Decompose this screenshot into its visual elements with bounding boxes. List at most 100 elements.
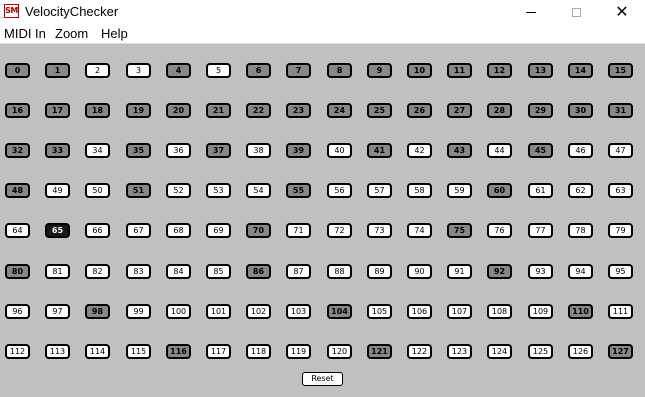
- velocity-cell: 126: [568, 344, 593, 359]
- velocity-cell: 86: [246, 264, 271, 279]
- menu-midi-in[interactable]: MIDI In: [4, 26, 46, 41]
- velocity-cell: 18: [85, 103, 110, 118]
- velocity-cell: 31: [608, 103, 633, 118]
- maximize-button[interactable]: [553, 0, 599, 24]
- maximize-icon: [571, 7, 581, 17]
- velocity-cell: 1: [45, 63, 70, 78]
- velocity-cell: 85: [206, 264, 231, 279]
- velocity-cell: 50: [85, 183, 110, 198]
- velocity-cell: 55: [286, 183, 311, 198]
- reset-button[interactable]: Reset: [302, 372, 343, 386]
- velocity-cell: 68: [166, 223, 191, 238]
- velocity-cell: 60: [487, 183, 512, 198]
- velocity-cell: 48: [5, 183, 30, 198]
- velocity-cell: 28: [487, 103, 512, 118]
- velocity-cell: 39: [286, 143, 311, 158]
- velocity-cell: 97: [45, 304, 70, 319]
- velocity-cell: 13: [528, 63, 553, 78]
- velocity-cell: 4: [166, 63, 191, 78]
- velocity-cell: 69: [206, 223, 231, 238]
- velocity-cell: 51: [126, 183, 151, 198]
- velocity-cell: 16: [5, 103, 30, 118]
- velocity-cell: 42: [407, 143, 432, 158]
- velocity-cell: 93: [528, 264, 553, 279]
- velocity-cell: 33: [45, 143, 70, 158]
- menu-bar: MIDI In Zoom Help: [0, 24, 645, 44]
- velocity-cell: 65: [45, 223, 70, 238]
- velocity-cell: 98: [85, 304, 110, 319]
- velocity-cell: 96: [5, 304, 30, 319]
- velocity-cell: 75: [447, 223, 472, 238]
- velocity-cell: 11: [447, 63, 472, 78]
- velocity-cell: 54: [246, 183, 271, 198]
- velocity-cell: 26: [407, 103, 432, 118]
- velocity-cell: 83: [126, 264, 151, 279]
- velocity-cell: 107: [447, 304, 472, 319]
- velocity-cell: 30: [568, 103, 593, 118]
- velocity-cell: 7: [286, 63, 311, 78]
- velocity-cell: 17: [45, 103, 70, 118]
- velocity-cell: 101: [206, 304, 231, 319]
- velocity-cell: 109: [528, 304, 553, 319]
- velocity-cell: 119: [286, 344, 311, 359]
- velocity-cell: 94: [568, 264, 593, 279]
- velocity-cell: 105: [367, 304, 392, 319]
- velocity-cell: 15: [608, 63, 633, 78]
- velocity-cell: 53: [206, 183, 231, 198]
- velocity-cell: 47: [608, 143, 633, 158]
- velocity-cell: 104: [327, 304, 352, 319]
- velocity-cell: 99: [126, 304, 151, 319]
- menu-help[interactable]: Help: [101, 26, 128, 41]
- velocity-cell: 45: [528, 143, 553, 158]
- velocity-cell: 67: [126, 223, 151, 238]
- velocity-cell: 2: [85, 63, 110, 78]
- velocity-cell: 21: [206, 103, 231, 118]
- velocity-cell: 8: [327, 63, 352, 78]
- velocity-cell: 95: [608, 264, 633, 279]
- velocity-cell: 123: [447, 344, 472, 359]
- velocity-cell: 91: [447, 264, 472, 279]
- minimize-button[interactable]: [508, 0, 554, 24]
- velocity-cell: 110: [568, 304, 593, 319]
- velocity-cell: 43: [447, 143, 472, 158]
- velocity-cell: 37: [206, 143, 231, 158]
- close-icon: ✕: [615, 2, 629, 21]
- velocity-cell: 89: [367, 264, 392, 279]
- velocity-cell: 106: [407, 304, 432, 319]
- velocity-cell: 121: [367, 344, 392, 359]
- velocity-cell: 19: [126, 103, 151, 118]
- close-button[interactable]: ✕: [599, 0, 645, 24]
- velocity-cell: 79: [608, 223, 633, 238]
- title-bar: SM VelocityChecker ✕: [0, 0, 645, 24]
- menu-zoom[interactable]: Zoom: [55, 26, 88, 41]
- velocity-cell: 90: [407, 264, 432, 279]
- velocity-cell: 73: [367, 223, 392, 238]
- velocity-cell: 3: [126, 63, 151, 78]
- velocity-cell: 63: [608, 183, 633, 198]
- velocity-cell: 114: [85, 344, 110, 359]
- velocity-cell: 84: [166, 264, 191, 279]
- velocity-cell: 74: [407, 223, 432, 238]
- velocity-cell: 81: [45, 264, 70, 279]
- velocity-cell: 92: [487, 264, 512, 279]
- velocity-cell: 23: [286, 103, 311, 118]
- velocity-cell: 10: [407, 63, 432, 78]
- velocity-cell: 113: [45, 344, 70, 359]
- velocity-cell: 9: [367, 63, 392, 78]
- velocity-cell: 34: [85, 143, 110, 158]
- velocity-cell: 108: [487, 304, 512, 319]
- velocity-cell: 25: [367, 103, 392, 118]
- velocity-cell: 49: [45, 183, 70, 198]
- velocity-cell: 88: [327, 264, 352, 279]
- velocity-cell: 57: [367, 183, 392, 198]
- velocity-cell: 44: [487, 143, 512, 158]
- velocity-cell: 36: [166, 143, 191, 158]
- velocity-cell: 78: [568, 223, 593, 238]
- velocity-cell: 6: [246, 63, 271, 78]
- velocity-cell: 118: [246, 344, 271, 359]
- velocity-cell: 87: [286, 264, 311, 279]
- velocity-cell: 66: [85, 223, 110, 238]
- app-icon[interactable]: SM: [4, 4, 19, 18]
- velocity-cell: 112: [5, 344, 30, 359]
- velocity-cell: 22: [246, 103, 271, 118]
